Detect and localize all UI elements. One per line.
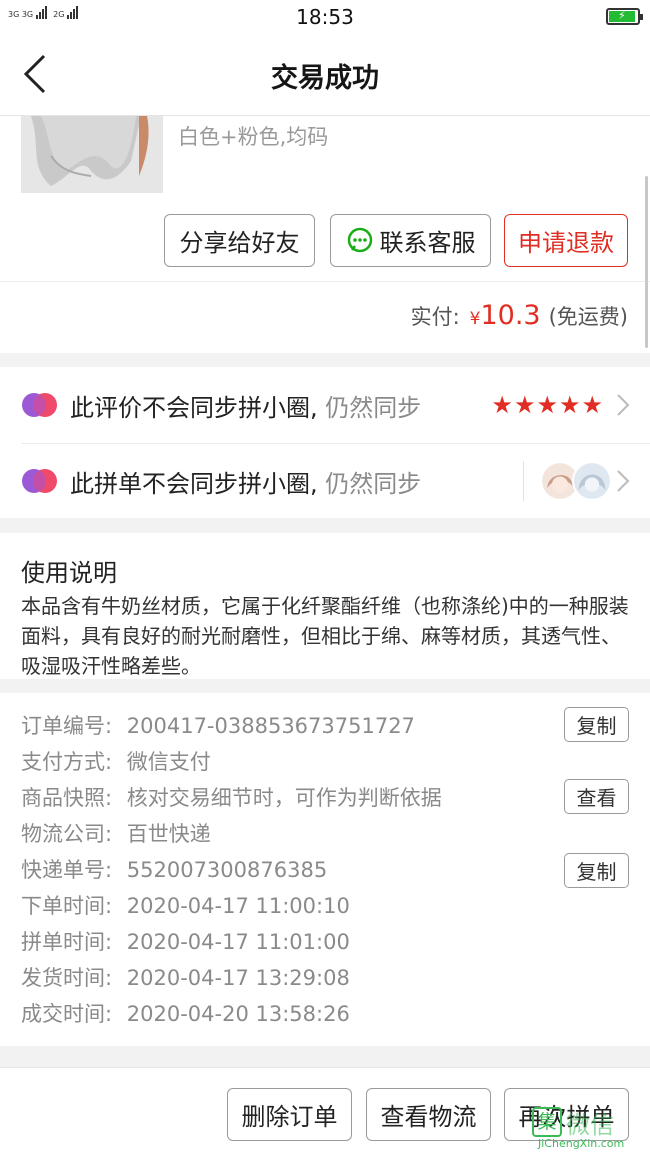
sync-section: 此评价不会同步拼小圈, 仍然同步 ★★★★★ 此拼单不会同步拼小圈, 仍然同步 [0, 367, 650, 518]
product-spec: 白色+粉色,均码 [178, 125, 329, 149]
deal-time-row: 成交时间: 2020-04-20 13:58:26 [21, 998, 350, 1028]
ship-time: 2020-04-17 13:29:08 [126, 966, 350, 990]
watermark-url: JiChengXin.com [538, 1137, 625, 1150]
group-time-row: 拼单时间: 2020-04-17 11:01:00 [21, 926, 350, 956]
info-label: 快递单号: [21, 858, 113, 882]
status-time: 18:53 [296, 5, 354, 29]
chevron-right-icon [617, 394, 630, 416]
refund-button[interactable]: 申请退款 [504, 214, 628, 267]
copy-order-number-button[interactable]: 复制 [564, 707, 629, 742]
order-time-row: 下单时间: 2020-04-17 11:00:10 [21, 890, 350, 920]
tracking-number-row: 快递单号: 552007300876385 [21, 854, 327, 884]
payment-method: 微信支付 [126, 750, 211, 774]
info-label: 成交时间: [21, 1002, 113, 1026]
status-bar: 3G 3G 2G 18:53 ⚡ [0, 0, 650, 34]
info-label: 物流公司: [21, 822, 113, 846]
wechat-icon [347, 227, 372, 252]
scroll-indicator [645, 176, 648, 348]
review-sync-message: 此评价不会同步拼小圈, [70, 393, 318, 422]
order-sync-message: 此拼单不会同步拼小圈, [70, 469, 318, 498]
rating-stars: ★★★★★ [491, 391, 604, 419]
divider [523, 461, 524, 501]
watermark-text: 微信 [566, 1111, 614, 1139]
contact-service-label: 联系客服 [379, 229, 476, 257]
order-sync-row[interactable]: 此拼单不会同步拼小圈, 仍然同步 [0, 443, 650, 519]
watermark-box: 集 [532, 1107, 562, 1137]
review-sync-action[interactable]: 仍然同步 [325, 394, 421, 422]
battery-icon: ⚡ [606, 8, 643, 25]
pinxiaoquan-icon [22, 393, 57, 417]
currency-symbol: ¥ [469, 309, 481, 329]
paid-amount: 实付: ¥ 10.3 (免运费) [411, 300, 628, 331]
pinxiaoquan-icon [22, 469, 57, 493]
paid-label: 实付: [410, 305, 460, 329]
deal-time: 2020-04-20 13:58:26 [126, 1002, 350, 1026]
order-time: 2020-04-17 11:00:10 [126, 894, 350, 918]
nav-bar: 交易成功 [0, 34, 650, 116]
group-avatars [540, 461, 612, 501]
info-label: 订单编号: [21, 714, 113, 738]
review-sync-text: 此评价不会同步拼小圈, 仍然同步 [70, 388, 421, 423]
info-label: 商品快照: [21, 786, 113, 810]
info-label: 发货时间: [21, 966, 113, 990]
payment-method-row: 支付方式: 微信支付 [21, 746, 211, 776]
share-button[interactable]: 分享给好友 [164, 214, 315, 267]
watermark-logo: 集 微信 JiChengXin.com [532, 1103, 644, 1150]
order-sync-action[interactable]: 仍然同步 [325, 470, 421, 498]
paid-value: 10.3 [480, 300, 541, 331]
section-title: 使用说明 [21, 559, 117, 587]
view-snapshot-button[interactable]: 查看 [564, 779, 629, 814]
contact-service-button[interactable]: 联系客服 [330, 214, 491, 267]
product-card: 白色+粉色,均码 分享给好友 联系客服 申请退款 实付: ¥ 10.3 (免运费… [0, 116, 650, 353]
product-thumbnail[interactable] [21, 116, 163, 193]
chevron-right-icon [617, 470, 630, 492]
logistics-company-row: 物流公司: 百世快递 [21, 818, 211, 848]
usage-description: 使用说明 本品含有牛奶丝材质，它属于化纤聚酯纤维（也称涤纶)中的一种服装面料，具… [0, 533, 650, 679]
page-title: 交易成功 [271, 63, 379, 94]
group-time: 2020-04-17 11:01:00 [126, 930, 350, 954]
bottom-action-bar: 删除订单 查看物流 再次拼单 集 微信 JiChengXin.com [0, 1067, 650, 1155]
info-label: 下单时间: [21, 894, 113, 918]
review-sync-row[interactable]: 此评价不会同步拼小圈, 仍然同步 ★★★★★ [0, 367, 650, 443]
description-body: 本品含有牛奶丝材质，它属于化纤聚酯纤维（也称涤纶)中的一种服装面料，具有良好的耐… [21, 594, 629, 678]
ship-time-row: 发货时间: 2020-04-17 13:29:08 [21, 962, 350, 992]
order-number: 200417-038853673751727 [126, 714, 415, 738]
info-label: 拼单时间: [21, 930, 113, 954]
tracking-number: 552007300876385 [126, 858, 328, 882]
logistics-company: 百世快递 [126, 822, 211, 846]
copy-tracking-number-button[interactable]: 复制 [564, 853, 629, 888]
order-sync-text: 此拼单不会同步拼小圈, 仍然同步 [70, 464, 421, 499]
view-logistics-button[interactable]: 查看物流 [366, 1088, 491, 1141]
snapshot-row: 商品快照: 核对交易细节时，可作为判断依据 [21, 782, 442, 812]
order-number-row: 订单编号: 200417-038853673751727 [21, 710, 415, 740]
snapshot-note: 核对交易细节时，可作为判断依据 [126, 786, 442, 810]
avatar [572, 461, 612, 501]
shipping-note: (免运费) [548, 305, 628, 329]
info-label: 支付方式: [21, 750, 113, 774]
order-info: 订单编号: 200417-038853673751727 复制 支付方式: 微信… [0, 693, 650, 1046]
divider [0, 281, 650, 282]
delete-order-button[interactable]: 删除订单 [227, 1088, 352, 1141]
